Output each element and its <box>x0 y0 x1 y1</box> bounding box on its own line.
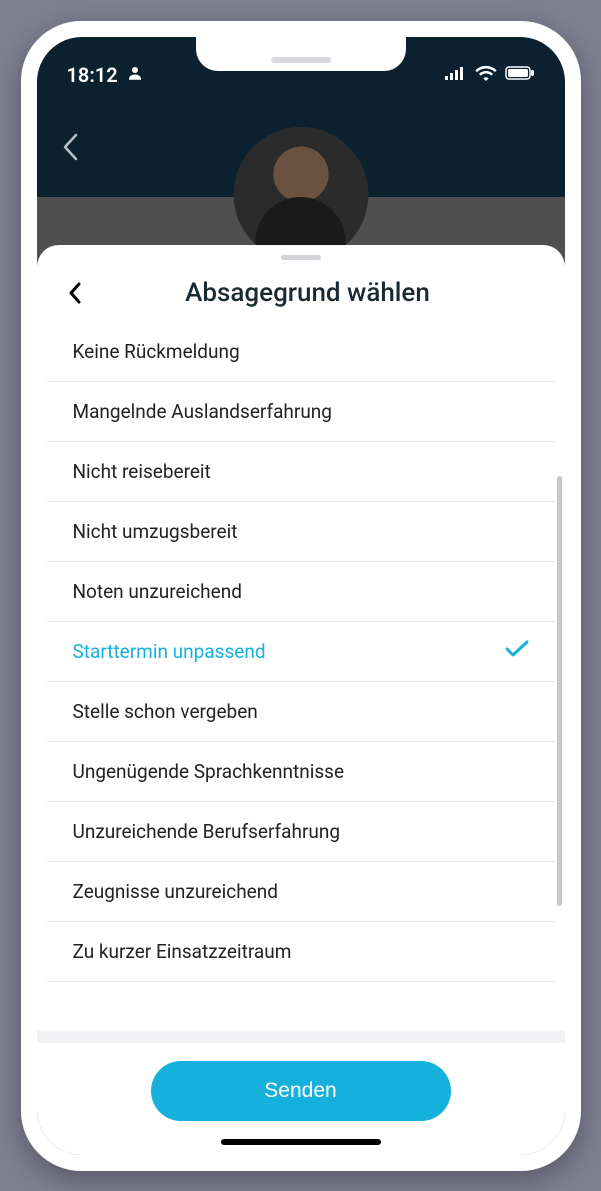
reason-row[interactable]: Unzureichende Berufserfahrung <box>47 802 555 862</box>
reason-label: Zeugnisse unzureichend <box>73 880 278 903</box>
person-icon <box>126 63 144 87</box>
reason-row[interactable]: Zu kurzer Einsatzzeitraum <box>47 922 555 982</box>
reason-label: Stelle schon vergeben <box>73 700 258 723</box>
reason-row[interactable]: Noten unzureichend <box>47 562 555 622</box>
reason-row[interactable]: Stelle schon vergeben <box>47 682 555 742</box>
screen: 18:12 <box>37 37 565 1155</box>
reason-label: Starttermin unpassend <box>73 640 266 663</box>
scroll-indicator <box>557 476 562 906</box>
battery-icon <box>505 65 535 84</box>
reason-label: Unzureichende Berufserfahrung <box>73 820 341 843</box>
notch <box>196 37 406 71</box>
reason-label: Nicht umzugsbereit <box>73 520 238 543</box>
reason-row[interactable]: Nicht reisebereit <box>47 442 555 502</box>
reason-row[interactable]: Mangelnde Auslandserfahrung <box>47 382 555 442</box>
reason-row[interactable]: Zeugnisse unzureichend <box>47 862 555 922</box>
reason-label: Nicht reisebereit <box>73 460 211 483</box>
sheet-back-button[interactable] <box>61 279 89 307</box>
wifi-icon <box>475 65 497 85</box>
reason-row[interactable]: Nicht umzugsbereit <box>47 502 555 562</box>
reason-label: Noten unzureichend <box>73 580 242 603</box>
reason-row[interactable]: Ungenügende Sprachkenntnisse <box>47 742 555 802</box>
reason-list[interactable]: Keine Rückmeldung Mangelnde Auslandserfah… <box>37 316 565 1031</box>
reason-row[interactable]: Starttermin unpassend <box>47 622 555 682</box>
reason-row[interactable]: Keine Rückmeldung <box>47 322 555 382</box>
reason-label: Mangelnde Auslandserfahrung <box>73 400 332 423</box>
back-button-top[interactable] <box>61 132 79 166</box>
reason-label: Keine Rückmeldung <box>73 340 240 363</box>
phone-frame: 18:12 <box>21 21 581 1171</box>
send-button[interactable]: Senden <box>151 1061 451 1121</box>
avatar <box>233 127 368 262</box>
reason-label: Zu kurzer Einsatzzeitraum <box>73 940 292 963</box>
home-indicator[interactable] <box>221 1139 381 1145</box>
status-time: 18:12 <box>67 63 118 87</box>
sheet-title: Absagegrund wählen <box>103 278 541 308</box>
divider-strip <box>37 1031 565 1043</box>
bottom-sheet: Absagegrund wählen Keine Rückmeldung Mang… <box>37 245 565 1155</box>
signal-icon <box>445 65 467 84</box>
check-icon <box>505 640 529 663</box>
sheet-header: Absagegrund wählen <box>37 260 565 316</box>
reason-label: Ungenügende Sprachkenntnisse <box>73 760 345 783</box>
